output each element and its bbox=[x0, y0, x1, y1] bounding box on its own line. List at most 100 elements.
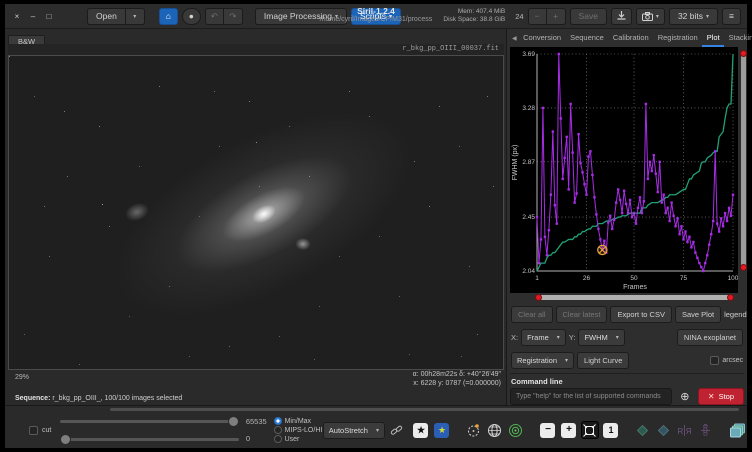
nina-exoplanet-button[interactable]: NINA exoplanet bbox=[677, 329, 743, 346]
save-button[interactable]: Save bbox=[570, 8, 607, 25]
one-to-one-icon: 1 bbox=[603, 423, 618, 438]
y-slider-top-handle[interactable] bbox=[740, 50, 747, 57]
rotate-right-button[interactable] bbox=[655, 421, 673, 439]
x-variable-dropdown[interactable]: Frame▾ bbox=[521, 329, 566, 346]
mirror-y-button[interactable]: R R bbox=[697, 421, 715, 439]
celestial-grid-button[interactable] bbox=[507, 421, 525, 439]
loaded-filename: r_bkg_pp_OIII_00037.fit bbox=[8, 44, 504, 55]
fwhm-plot[interactable]: 2.042.452.873.283.691265075100FramesFWHM… bbox=[510, 47, 738, 293]
open-recent-dropdown[interactable]: ▾ bbox=[126, 8, 145, 25]
x-slider-right-handle[interactable] bbox=[727, 294, 734, 301]
hi-slider-handle[interactable] bbox=[228, 416, 239, 427]
scripts-menu[interactable]: Scripts▾ bbox=[351, 8, 401, 25]
chevron-down-icon: ▾ bbox=[706, 13, 709, 20]
tab-sequence[interactable]: Sequence bbox=[566, 29, 609, 47]
zoom-one-to-one-button[interactable]: 1 bbox=[602, 421, 620, 439]
sequence-frame-list-button[interactable] bbox=[729, 421, 747, 439]
save-as-button[interactable] bbox=[611, 8, 632, 25]
fit-to-window-button[interactable] bbox=[581, 421, 599, 439]
chevron-down-icon: ▾ bbox=[376, 427, 379, 434]
command-help-icon[interactable]: ⊕ bbox=[675, 388, 695, 405]
y-slider-track[interactable] bbox=[741, 51, 746, 269]
svg-text:50: 50 bbox=[630, 275, 638, 282]
plot-source-row: Registration▾ Light Curve arcsec bbox=[511, 352, 743, 369]
registration-layer-dropdown[interactable]: Registration▾ bbox=[511, 352, 574, 369]
maximize-window-icon[interactable]: □ bbox=[43, 12, 55, 21]
chevron-down-icon: ▾ bbox=[616, 334, 619, 341]
lo-slider-track[interactable] bbox=[60, 438, 239, 441]
svg-text:75: 75 bbox=[680, 275, 688, 282]
radio-minmax[interactable]: Min/Max bbox=[274, 417, 323, 425]
tab-calibration[interactable]: Calibration bbox=[608, 29, 653, 47]
memory-status: Mem: 407.4 MiB bbox=[443, 8, 505, 16]
legend-toggle[interactable]: legend bbox=[724, 310, 750, 319]
bit-depth-dropdown[interactable]: 32 bits▾ bbox=[669, 8, 718, 25]
arcsec-checkbox[interactable] bbox=[710, 356, 719, 365]
svg-text:Frames: Frames bbox=[623, 284, 647, 291]
command-input[interactable] bbox=[510, 388, 672, 405]
photometry-button[interactable] bbox=[465, 421, 483, 439]
tab-plot[interactable]: Plot bbox=[702, 29, 724, 47]
annotations-button[interactable] bbox=[486, 421, 504, 439]
open-button[interactable]: Open bbox=[87, 8, 126, 25]
clear-all-button[interactable]: Clear all bbox=[511, 306, 553, 323]
sequence-position-slider[interactable] bbox=[110, 408, 739, 411]
y-slider-bottom-handle[interactable] bbox=[740, 264, 747, 271]
cut-checkbox[interactable] bbox=[29, 426, 38, 435]
layered-frames-icon bbox=[730, 423, 746, 438]
radio-mips-lohi[interactable]: MIPS-LO/HI bbox=[274, 426, 323, 434]
mirror-x-button[interactable]: R R bbox=[676, 421, 694, 439]
companion-m32 bbox=[296, 238, 311, 250]
hi-slider-track[interactable] bbox=[60, 420, 239, 423]
chevron-down-icon: ▾ bbox=[335, 13, 338, 20]
hamburger-menu-button[interactable]: ≡ bbox=[722, 8, 741, 25]
x-slider-track[interactable] bbox=[537, 295, 732, 300]
svg-text:R: R bbox=[703, 428, 708, 435]
tabs-scroll-left-icon[interactable]: ◀ bbox=[510, 29, 519, 47]
panel-tabs: ◀ Conversion Sequence Calibration Regist… bbox=[510, 29, 744, 47]
undo-button[interactable]: ↶ bbox=[205, 8, 224, 25]
lo-value: 0 bbox=[246, 434, 270, 443]
zoom-in-button[interactable]: + bbox=[560, 421, 578, 439]
rotate-left-button[interactable] bbox=[634, 421, 652, 439]
image-canvas[interactable] bbox=[8, 55, 504, 370]
minus-icon: − bbox=[540, 423, 555, 438]
zoom-out-button[interactable]: − bbox=[539, 421, 557, 439]
hi-slider[interactable] bbox=[60, 416, 239, 427]
snapshot-dropdown[interactable]: ▾ bbox=[636, 8, 665, 25]
lo-slider[interactable] bbox=[60, 434, 239, 445]
minimize-window-icon[interactable]: – bbox=[27, 12, 39, 21]
siril-app-window: × – □ Open ▾ ⌂ ● ↶ ↷ Image Processing▾ S… bbox=[0, 0, 752, 452]
link-channels-button[interactable] bbox=[388, 421, 406, 439]
clear-latest-button[interactable]: Clear latest bbox=[556, 306, 608, 323]
disk-status: Disk Space: 38.8 GiB bbox=[443, 16, 505, 24]
tab-registration[interactable]: Registration bbox=[653, 29, 702, 47]
plot-x-range-slider[interactable] bbox=[537, 294, 732, 302]
viewer-status-footer: α: 00h28m22s δ: +40°26'49" x: 6228 y: 07… bbox=[8, 370, 504, 405]
tab-stacking[interactable]: Stacking bbox=[724, 29, 752, 47]
command-line-row: ⊕ ✕ Stop bbox=[510, 388, 744, 405]
redo-icon: ↷ bbox=[229, 11, 236, 22]
save-plot-button[interactable]: Save Plot bbox=[675, 306, 721, 323]
star-detection-button[interactable]: ★ bbox=[412, 421, 430, 439]
close-window-icon[interactable]: × bbox=[11, 12, 23, 21]
export-csv-button[interactable]: Export to CSV bbox=[610, 306, 672, 323]
image-processing-menu[interactable]: Image Processing▾ bbox=[255, 8, 347, 25]
record-livestack-button[interactable]: ● bbox=[182, 8, 201, 25]
display-mode-radios: Min/Max MIPS-LO/HI User bbox=[270, 417, 323, 443]
x-slider-left-handle[interactable] bbox=[535, 294, 542, 301]
home-button[interactable]: ⌂ bbox=[159, 8, 178, 25]
display-stretch-dropdown[interactable]: AutoStretch▾ bbox=[323, 422, 385, 439]
plus-icon: + bbox=[561, 423, 576, 438]
radio-user[interactable]: User bbox=[274, 435, 323, 443]
lo-slider-handle[interactable] bbox=[60, 434, 71, 445]
light-curve-button[interactable]: Light Curve bbox=[577, 352, 629, 369]
stop-button[interactable]: ✕ Stop bbox=[698, 388, 744, 405]
redo-button[interactable]: ↷ bbox=[224, 8, 243, 25]
threads-decrease-button[interactable]: − bbox=[528, 8, 547, 25]
threads-increase-button[interactable]: + bbox=[547, 8, 566, 25]
y-variable-dropdown[interactable]: FWHM▾ bbox=[578, 329, 624, 346]
plot-y-range-slider[interactable] bbox=[739, 51, 744, 269]
psf-star-button[interactable]: ★ bbox=[433, 421, 451, 439]
tab-conversion[interactable]: Conversion bbox=[519, 29, 566, 47]
